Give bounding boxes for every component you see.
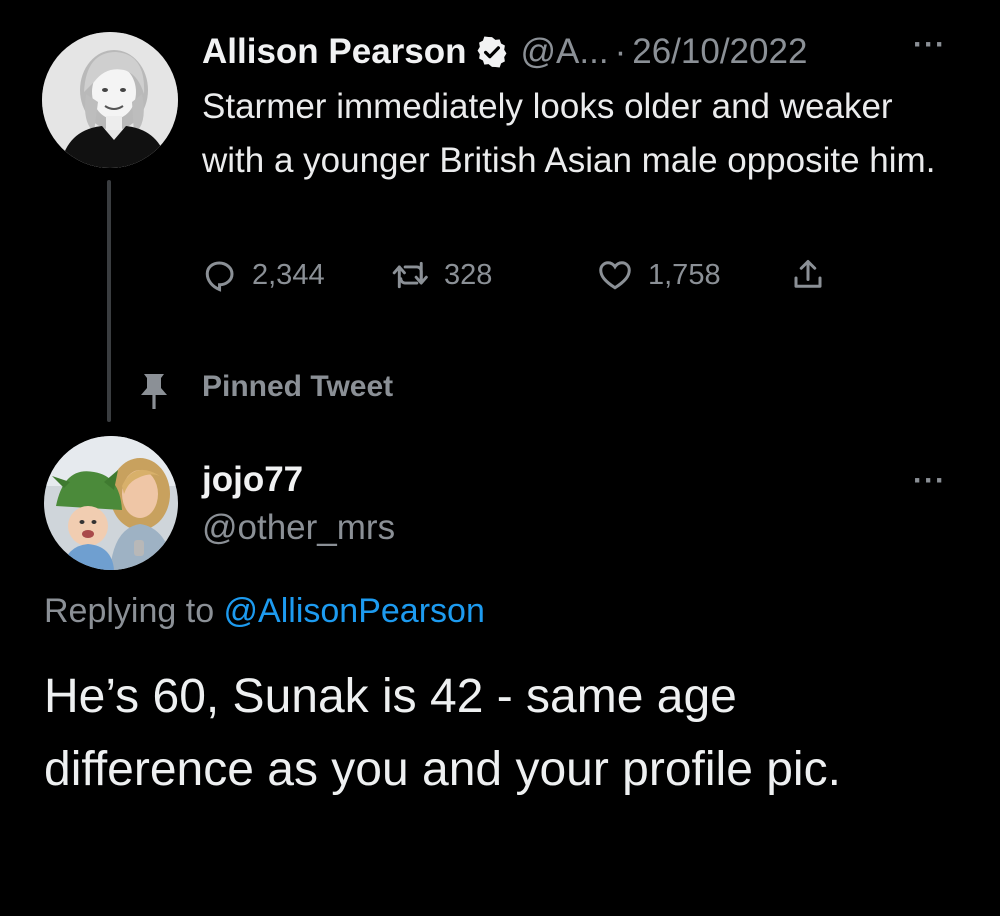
author-avatar[interactable] [42, 32, 178, 168]
share-icon [790, 256, 826, 294]
more-options-icon[interactable]: ··· [913, 30, 946, 60]
avatar-photo [42, 32, 178, 168]
retweet-icon [392, 257, 430, 293]
header-separator: · [614, 32, 627, 71]
reply-author-avatar[interactable] [44, 436, 178, 570]
replying-to-prefix: Replying to [44, 592, 224, 630]
tweet-date[interactable]: 26/10/2022 [632, 32, 807, 72]
replying-to-mention-link[interactable]: @AllisonPearson [224, 592, 485, 630]
pin-icon [138, 370, 170, 415]
author-handle[interactable]: @A... [521, 32, 609, 72]
thread-connector-line [107, 180, 111, 422]
replying-to-line: Replying to @AllisonPearson [44, 592, 485, 631]
reply-author-handle[interactable]: @other_mrs [202, 508, 395, 548]
tweet-header: Allison Pearson @A... · 26/10/2022 [202, 30, 807, 74]
author-name[interactable]: Allison Pearson [202, 32, 467, 72]
reply-icon [202, 257, 238, 293]
verified-badge-icon [475, 35, 509, 69]
reply-tweet-text: He’s 60, Sunak is 42 - same age differen… [44, 670, 841, 796]
heart-icon [596, 257, 634, 293]
tweet-text: Starmer immediately looks older and weak… [202, 87, 936, 180]
share-button[interactable] [790, 252, 826, 298]
reply-button[interactable]: 2,344 [202, 252, 325, 298]
more-options-icon[interactable]: ··· [913, 466, 946, 496]
pinned-tweet-label: Pinned Tweet [202, 370, 394, 403]
avatar-photo [44, 436, 178, 570]
reply-author-name[interactable]: jojo77 [202, 460, 303, 500]
like-button[interactable]: 1,758 [596, 252, 721, 298]
retweet-button[interactable]: 328 [392, 252, 492, 298]
retweet-count: 328 [444, 258, 493, 291]
like-count: 1,758 [648, 258, 721, 291]
reply-count: 2,344 [252, 258, 325, 291]
